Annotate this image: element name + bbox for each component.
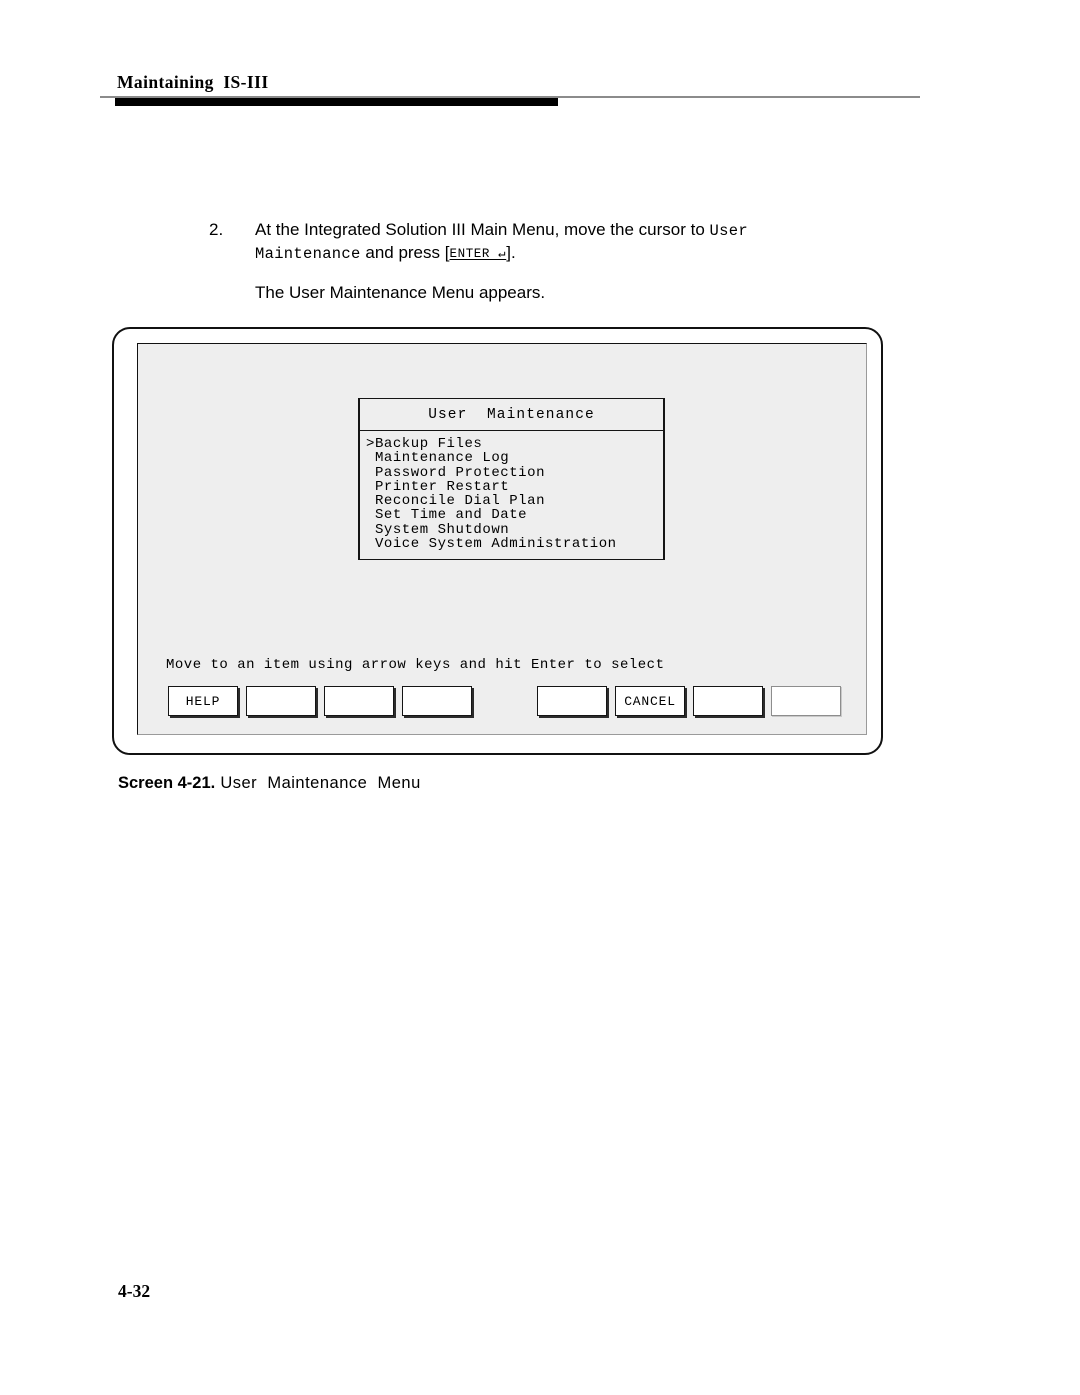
menu-item-maintenance-log[interactable]: Maintenance Log (366, 451, 663, 466)
menu-item-printer-restart[interactable]: Printer Restart (366, 480, 663, 495)
menu-item-voice-system-administration[interactable]: Voice System Administration (366, 537, 663, 552)
function-key-right-3[interactable] (693, 686, 763, 716)
menu-item-reconcile-dial-plan[interactable]: Reconcile Dial Plan (366, 494, 663, 509)
function-key-left-2[interactable] (246, 686, 316, 716)
figure-caption: Screen 4-21. User Maintenance Menu (118, 774, 421, 793)
function-key-left-3[interactable] (324, 686, 394, 716)
menu-item-backup-files[interactable]: >Backup Files (366, 437, 663, 452)
running-head-title: Maintaining IS-III (117, 72, 269, 92)
menu-title-bar: User Maintenance (360, 399, 663, 431)
function-key-group-left: HELP (168, 686, 472, 716)
function-key-help[interactable]: HELP (168, 686, 238, 716)
menu-item-system-shutdown[interactable]: System Shutdown (366, 522, 663, 537)
figure-caption-label: Screen 4-21. (118, 774, 216, 792)
step-mono-maintenance: Maintenance (255, 245, 361, 263)
menu-title: User Maintenance (428, 406, 595, 423)
enter-keycap: ENTER ↵ (449, 247, 507, 261)
keycap-bracket-close: ]. (506, 243, 516, 262)
step-mono-user: User (709, 222, 748, 240)
terminal-illustration: User Maintenance >Backup Files Maintenan… (112, 327, 887, 759)
function-key-left-4[interactable] (402, 686, 472, 716)
step-result-text: The User Maintenance Menu appears. (255, 283, 546, 302)
user-maintenance-menu-panel: User Maintenance >Backup Files Maintenan… (358, 398, 665, 560)
menu-item-list: >Backup Files Maintenance Log Password P… (360, 431, 663, 552)
step-number: 2. (209, 220, 224, 239)
figure-caption-text: User Maintenance Menu (215, 774, 421, 792)
function-key-group-right: CANCEL (537, 686, 841, 716)
page-header: Maintaining IS-III (0, 0, 1080, 115)
function-key-right-4[interactable] (771, 686, 841, 716)
menu-item-password-protection[interactable]: Password Protection (366, 465, 663, 480)
menu-item-set-time-and-date[interactable]: Set Time and Date (366, 508, 663, 523)
terminal-screen: User Maintenance >Backup Files Maintenan… (137, 343, 867, 735)
terminal-status-line: Move to an item using arrow keys and hit… (166, 657, 665, 673)
header-rule-thick (115, 98, 558, 106)
function-key-right-1[interactable] (537, 686, 607, 716)
step-instruction-tail: and press (365, 243, 441, 262)
function-key-cancel[interactable]: CANCEL (615, 686, 685, 716)
function-key-row: HELP CANCEL (138, 686, 868, 726)
step-instruction: At the Integrated Solution III Main Menu… (255, 219, 855, 265)
page-number: 4-32 (118, 1281, 151, 1301)
step-instruction-lead: At the Integrated Solution III Main Menu… (255, 220, 710, 239)
